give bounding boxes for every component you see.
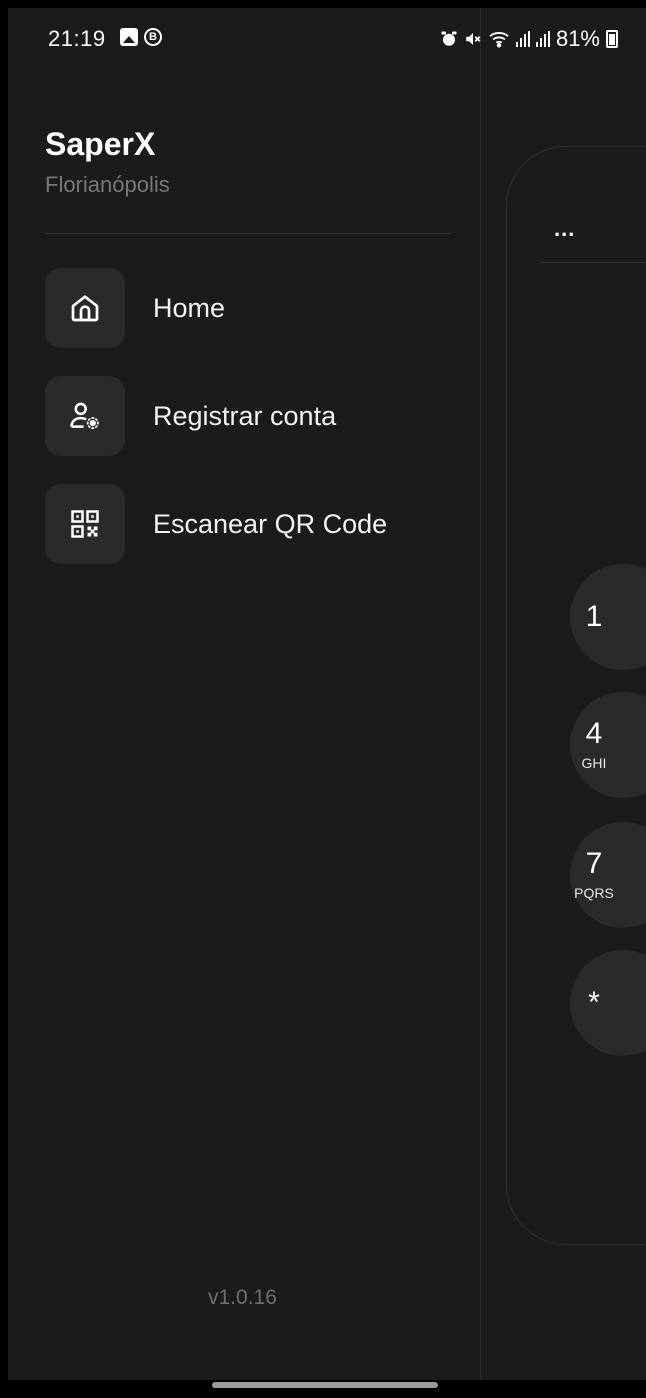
menu-item-label: Home [153,292,226,323]
signal-icon [515,31,530,47]
status-time: 21:19 [48,26,106,51]
home-icon [71,295,99,322]
menu-item-scan-qr-code[interactable]: Escanear QR Code [45,484,455,564]
battery-icon [606,30,618,48]
mute-icon [466,33,481,45]
signal-icon [535,31,550,47]
menu-icon-box [45,376,125,456]
b-badge-icon: B [144,28,162,46]
menu-item-register-account[interactable]: Registrar conta [45,376,455,456]
dial-key-letters: GHI [581,755,607,771]
battery-percentage: 81% [555,26,600,51]
dial-key-letters: PQRS [574,885,614,901]
dial-key-number: 4 [585,717,603,750]
menu-item-label: Registrar conta [153,400,337,431]
dial-key-number: 1 [585,600,603,633]
gesture-nav-handle[interactable] [212,1382,438,1388]
menu-icon-box [45,268,125,348]
more-menu-icon[interactable]: ... [554,216,575,242]
dial-key-number: 7 [585,847,603,880]
navigation-drawer: SaperX Florianópolis Home Registrar cont… [8,8,481,1380]
drawer-divider [45,233,451,234]
app-title: SaperX [45,126,156,162]
app-version: v1.0.16 [208,1286,277,1309]
menu-icon-box [45,484,125,564]
menu-item-home[interactable]: Home [45,268,455,348]
menu-item-label: Escanear QR Code [153,508,388,539]
gallery-icon [120,28,138,46]
status-notifications: B [120,28,162,46]
dial-key-number: * [588,986,600,1019]
dialer-divider [540,262,646,263]
app-subtitle: Florianópolis [45,172,170,197]
wifi-icon [489,32,509,48]
alarm-icon [441,31,457,46]
qr-code-icon [71,510,99,538]
status-bar: 21:19 B 81% [8,8,646,72]
app-screen: ... 1 4 GHI 7 PQRS * SaperX Florianópoli… [8,8,646,1380]
status-icons: 81% [440,26,618,52]
user-settings-icon [70,402,99,430]
